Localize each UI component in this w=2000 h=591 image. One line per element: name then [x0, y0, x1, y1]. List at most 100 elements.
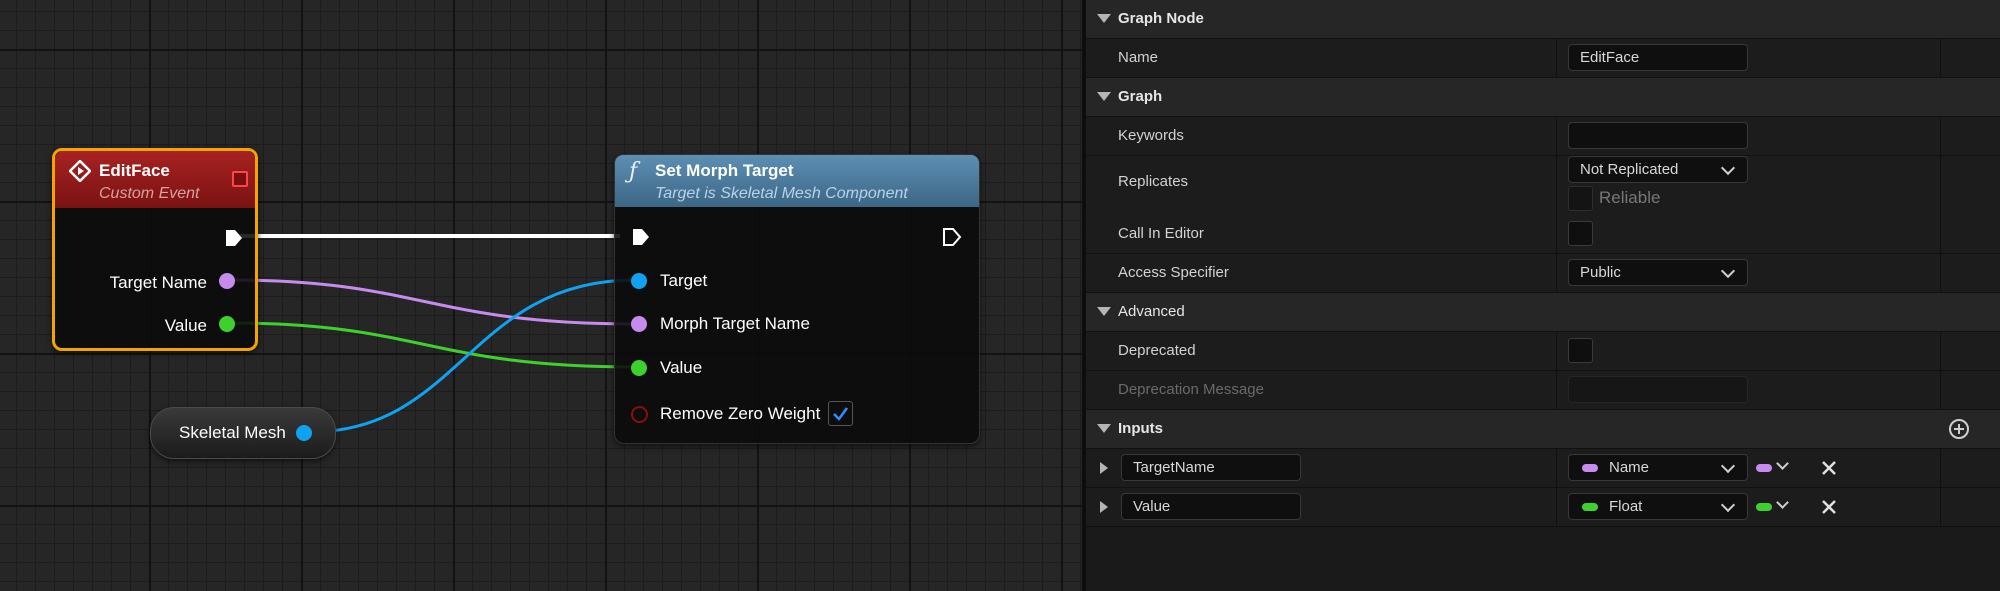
chevron-down-icon — [1720, 497, 1736, 513]
access-specifier-value: Public — [1580, 264, 1621, 281]
input-type-value: Name — [1609, 459, 1650, 476]
prop-row-deprecated: Deprecated — [1086, 332, 2000, 371]
column-separator — [1940, 39, 1941, 77]
column-separator — [1556, 215, 1557, 253]
category-label: Inputs — [1118, 420, 1163, 437]
input-type-dropdown[interactable]: Name — [1568, 454, 1748, 481]
delegate-pin-icon[interactable] — [232, 171, 248, 187]
target-pin[interactable] — [631, 273, 647, 289]
prop-label-call-in-editor: Call In Editor — [1118, 225, 1204, 242]
pin-label-target: Target — [660, 271, 708, 290]
column-separator — [1940, 488, 1941, 526]
exec-out-pin[interactable] — [224, 228, 244, 248]
name-input[interactable]: EditFace — [1568, 44, 1748, 71]
prop-label-deprecation-message: Deprecation Message — [1118, 381, 1264, 398]
access-specifier-dropdown[interactable]: Public — [1568, 259, 1748, 286]
reliable-checkbox[interactable] — [1568, 186, 1593, 211]
container-type-swatch[interactable] — [1756, 503, 1772, 511]
prop-row-replicates: Replicates Not Replicated Reliable — [1086, 156, 2000, 216]
collapse-arrow-icon — [1097, 14, 1111, 23]
target-name-pin[interactable] — [219, 273, 235, 289]
chevron-down-icon[interactable] — [1776, 457, 1789, 470]
custom-event-node[interactable]: EditFace Custom Event Target Name Value — [52, 148, 258, 351]
panel-empty-area — [1086, 527, 2000, 591]
set-morph-target-node[interactable]: ƒ Set Morph Target Target is Skeletal Me… — [614, 154, 980, 444]
input-row-target-name: TargetName Name — [1086, 449, 2000, 488]
column-separator — [1940, 449, 1941, 487]
expand-arrow-icon[interactable] — [1099, 500, 1109, 514]
pin-label-remove-zero-weight: Remove Zero Weight — [660, 404, 821, 423]
category-graph[interactable]: Graph — [1086, 78, 2000, 117]
replicates-dropdown[interactable]: Not Replicated — [1568, 156, 1748, 183]
column-separator — [1556, 39, 1557, 77]
chevron-down-icon — [1720, 263, 1736, 279]
chevron-down-icon — [1720, 160, 1736, 176]
column-separator — [1940, 156, 1941, 215]
collapse-arrow-icon — [1097, 92, 1111, 101]
skeletal-mesh-variable-node[interactable]: Skeletal Mesh — [150, 407, 336, 459]
keywords-input[interactable] — [1568, 122, 1748, 149]
type-color-swatch — [1582, 464, 1598, 472]
column-separator — [1556, 332, 1557, 370]
prop-label-deprecated: Deprecated — [1118, 342, 1196, 359]
input-name-field[interactable]: TargetName — [1121, 454, 1301, 481]
exec-in-pin[interactable] — [631, 227, 651, 247]
replicates-value: Not Replicated — [1580, 161, 1679, 178]
category-inputs[interactable]: Inputs — [1086, 410, 2000, 449]
prop-label-name: Name — [1118, 49, 1159, 66]
collapse-arrow-icon — [1097, 424, 1111, 433]
pin-label-value: Value — [660, 358, 703, 377]
prop-row-name: Name EditFace — [1086, 39, 2000, 78]
column-separator — [1940, 117, 1941, 155]
prop-label-access-specifier: Access Specifier — [1118, 264, 1229, 281]
checkmark-icon — [833, 407, 849, 421]
details-panel: Graph Node Name EditFace Graph Keywords … — [1086, 0, 2000, 591]
skeletal-mesh-wire[interactable] — [309, 278, 636, 434]
column-separator — [1556, 449, 1557, 487]
column-separator — [1940, 371, 1941, 409]
category-label: Graph Node — [1118, 10, 1204, 27]
remove-input-icon[interactable] — [1821, 460, 1837, 476]
input-row-value: Value Float — [1086, 488, 2000, 527]
call-in-editor-checkbox[interactable] — [1568, 221, 1593, 246]
value-in-pin[interactable] — [631, 360, 647, 376]
column-separator — [1556, 117, 1557, 155]
expand-arrow-icon[interactable] — [1099, 461, 1109, 475]
function-node-title: Set Morph Target — [655, 161, 794, 180]
column-separator — [1940, 254, 1941, 292]
event-icon — [69, 160, 91, 182]
column-separator — [1556, 371, 1557, 409]
value-wire[interactable] — [229, 321, 636, 369]
function-node-subtitle: Target is Skeletal Mesh Component — [655, 185, 908, 202]
pin-label-morph-target-name: Morph Target Name — [660, 314, 810, 333]
skeletal-mesh-pin[interactable] — [296, 425, 312, 441]
prop-row-deprecation-message: Deprecation Message — [1086, 371, 2000, 410]
input-type-dropdown[interactable]: Float — [1568, 493, 1748, 520]
add-input-icon[interactable] — [1948, 418, 1970, 440]
chevron-down-icon[interactable] — [1776, 496, 1789, 509]
reliable-label: Reliable — [1599, 188, 1661, 207]
remove-zero-weight-checkbox[interactable] — [828, 401, 853, 426]
column-separator — [1556, 156, 1557, 215]
remove-zero-weight-pin[interactable] — [631, 406, 648, 423]
prop-label-keywords: Keywords — [1118, 127, 1184, 144]
morph-target-name-pin[interactable] — [631, 316, 647, 332]
prop-row-keywords: Keywords — [1086, 117, 2000, 156]
input-name-field[interactable]: Value — [1121, 493, 1301, 520]
category-advanced[interactable]: Advanced — [1086, 293, 2000, 332]
pin-label-target-name: Target Name — [109, 273, 207, 292]
category-label: Advanced — [1118, 303, 1185, 320]
category-graph-node[interactable]: Graph Node — [1086, 0, 2000, 39]
exec-out-pin[interactable] — [942, 227, 962, 247]
column-separator — [1940, 332, 1941, 370]
value-pin[interactable] — [219, 316, 235, 332]
variable-label: Skeletal Mesh — [179, 423, 286, 442]
blueprint-graph-canvas[interactable]: EditFace Custom Event Target Name Value … — [0, 0, 1082, 591]
prop-row-access-specifier: Access Specifier Public — [1086, 254, 2000, 293]
deprecated-checkbox[interactable] — [1568, 338, 1593, 363]
container-type-swatch[interactable] — [1756, 464, 1772, 472]
deprecation-message-input — [1568, 376, 1748, 403]
prop-label-replicates: Replicates — [1118, 173, 1189, 190]
remove-input-icon[interactable] — [1821, 499, 1837, 515]
type-color-swatch — [1582, 503, 1598, 511]
